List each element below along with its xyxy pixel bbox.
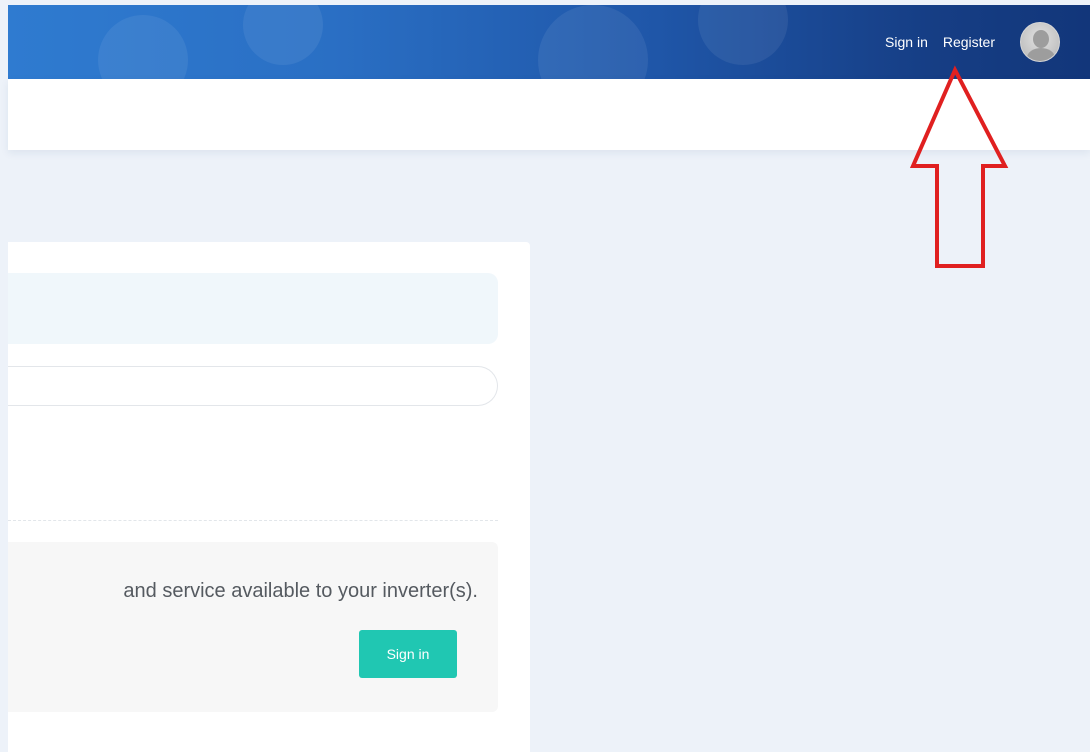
avatar-body [1027,48,1055,61]
sign-in-button[interactable]: Sign in [359,630,457,678]
background-bokeh [538,5,648,79]
avatar-head [1033,30,1049,48]
main-card: and service available to your inverter(s… [8,242,530,752]
register-link[interactable]: Register [943,34,995,50]
search-input[interactable] [8,366,498,406]
avatar-icon[interactable] [1020,22,1060,62]
dashed-divider [8,520,498,521]
info-text: and service available to your inverter(s… [123,580,478,602]
annotation-arrow-icon [909,65,1009,268]
info-box: and service available to your inverter(s… [8,542,498,712]
sign-in-link[interactable]: Sign in [885,34,928,50]
background-bokeh [243,5,323,65]
background-bokeh [698,5,788,65]
notice-panel [8,273,498,344]
background-bokeh [98,15,188,79]
